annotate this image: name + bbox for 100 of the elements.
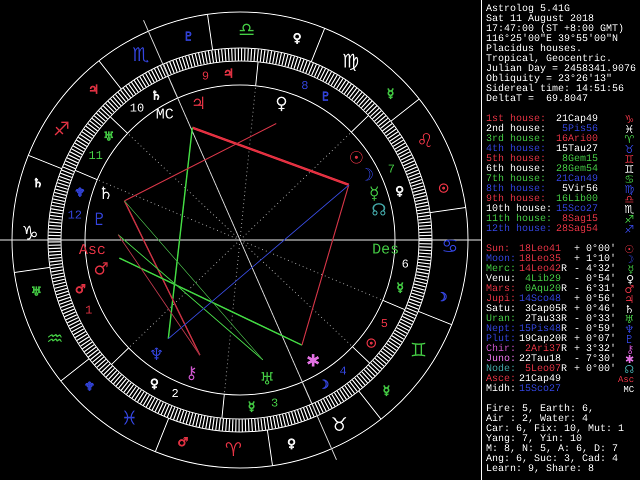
retrograde-label: R (561, 344, 568, 355)
planet-position: 2Ari37 (524, 345, 561, 355)
house-position: 5Pis56 (562, 125, 598, 135)
sign-glyph: ♐ (624, 225, 634, 235)
planet-offset: - 4°32' (574, 264, 616, 275)
ruler-glyph: ☿ (386, 86, 394, 101)
planet-position: 14Leo42 (518, 265, 561, 275)
retrograde-label: R (561, 304, 568, 315)
house-label: 12th house: (486, 225, 552, 235)
info-line: 116°25'00"E 39°55'00"N (486, 35, 620, 45)
planet-glyph: ♇ (624, 335, 634, 345)
zodiac-sign-glyph: ♊ (410, 340, 427, 362)
planet-glyph: ☉ (624, 245, 634, 255)
planet-glyph: Asc (618, 375, 634, 385)
planet-label: Mars: (486, 285, 516, 295)
sign-glyph: ♓ (624, 125, 634, 135)
house-number: 11 (88, 149, 103, 163)
planet-glyph: ♇ (92, 210, 107, 230)
planet-label: Moon: (486, 255, 516, 265)
sign-glyph: ♉ (624, 145, 634, 155)
planet-glyph: MC (623, 385, 634, 395)
planet-label: Plut: (486, 335, 516, 345)
house-position: 28Gem54 (554, 165, 598, 175)
info-line: Julian Day = 2458341.9076 (486, 65, 638, 75)
house-ruler-glyph: ♅ (103, 130, 114, 144)
planet-glyph: ♂ (624, 285, 634, 295)
planet-label: Asce: (486, 375, 516, 385)
house-ruler-glyph: ♄ (150, 88, 162, 103)
ruler-glyph: ♀ (292, 30, 302, 45)
house-ruler-glyph: ♃ (223, 66, 234, 80)
planet-position: 15Sco27 (518, 385, 561, 395)
ruler-glyph: ☿ (382, 384, 390, 398)
house-ruler-glyph: ☽ (318, 377, 330, 392)
planet-offset: - 7°30' (574, 354, 616, 365)
house-position: 8Gem15 (562, 155, 598, 165)
summary-line: Ang: 6, Suc: 3, Cad: 4 (486, 455, 620, 465)
house-position: 15Sco27 (554, 205, 598, 215)
house-ruler-glyph: ☉ (366, 336, 377, 350)
sign-glyph: ♊ (624, 165, 634, 175)
zodiac-sign-glyph: ♌ (416, 130, 434, 152)
planet-glyph: ♀ (626, 275, 634, 285)
planet-position: 22Tau18 (518, 355, 561, 365)
planet-label: Chir: (486, 345, 516, 355)
planet-label: Midh: (486, 385, 516, 395)
house-label: 9th house: (486, 195, 546, 205)
planet-glyph: ♂ (93, 260, 109, 280)
planet-glyph: ♆ (624, 325, 634, 335)
house-ruler-glyph: ♂ (74, 282, 86, 296)
summary-line: Learn: 9, Share: 8 (486, 465, 596, 475)
retrograde-label: R (561, 364, 568, 375)
planet-glyph: ♃ (624, 295, 634, 305)
house-label: 6th house: (486, 165, 548, 175)
zodiac-sign-glyph: ♈ (224, 438, 242, 461)
zodiac-sign-glyph: ♍ (342, 50, 360, 73)
planet-label: Jupi: (486, 295, 516, 305)
planet-glyph: ☊ (624, 365, 634, 375)
ruler-glyph: ☉ (438, 181, 449, 196)
info-line: Sidereal time: 14:51:56 (486, 85, 626, 95)
sign-glyph: ♐ (624, 215, 634, 225)
retrograde-label: R (561, 284, 568, 295)
sign-glyph: ♋ (624, 175, 634, 185)
summary-line: Car: 6, Fix: 10, Mut: 1 (486, 425, 626, 435)
retrograde-label: R (561, 334, 568, 345)
house-position: 16Lib00 (554, 195, 598, 205)
retrograde-label: R (561, 324, 568, 335)
ruler-glyph: ♃ (88, 82, 99, 96)
sign-glyph: ♈ (624, 135, 634, 145)
zodiac-sign-glyph: ♐ (53, 118, 70, 140)
ruler-glyph: ♂ (177, 435, 188, 450)
ruler-glyph: ♇ (183, 29, 194, 44)
house-number: 4 (339, 364, 347, 378)
house-label: 4th house: (486, 145, 548, 155)
planet-label: Nept: (486, 325, 516, 335)
zodiac-sign-glyph: ♑ (22, 222, 39, 244)
planet-offset: - 0°33' (574, 314, 616, 325)
summary-line: M: 8, N: 5, A: 6, D: 7 (486, 445, 620, 455)
zodiac-sign-glyph: ♒ (46, 328, 64, 350)
zodiac-sign-glyph: ♉ (330, 414, 348, 436)
planet-glyph: ♄ (624, 305, 634, 315)
house-ruler-glyph: ☿ (248, 400, 256, 414)
house-number: 5 (380, 317, 388, 331)
planet-offset: - 6°31' (574, 284, 616, 295)
planet-glyph: ♄ (98, 184, 114, 204)
planet-glyph: ☿ (627, 265, 634, 275)
planet-offset: + 1°10' (574, 254, 616, 265)
planet-glyph: ✱ (624, 355, 634, 365)
house-label: 1st house: (486, 115, 548, 125)
planet-glyph: ☽ (624, 255, 634, 265)
house-number: 1 (85, 304, 92, 318)
planet-glyph: ♃ (190, 94, 206, 114)
planet-position: 3Cap05 (524, 305, 561, 315)
info-line: Placidus houses. (486, 45, 582, 55)
planet-label: Merc: (486, 265, 516, 275)
planet-position: 18Leo35 (518, 255, 561, 265)
sign-glyph: ♑ (624, 115, 634, 125)
house-label: 7th house: (486, 175, 548, 185)
planet-offset: + 0°46' (574, 304, 616, 315)
planet-glyph: ♆ (148, 344, 164, 365)
info-line: DeltaT = 69.8047 (486, 95, 590, 105)
house-position: 21Can49 (554, 175, 598, 185)
